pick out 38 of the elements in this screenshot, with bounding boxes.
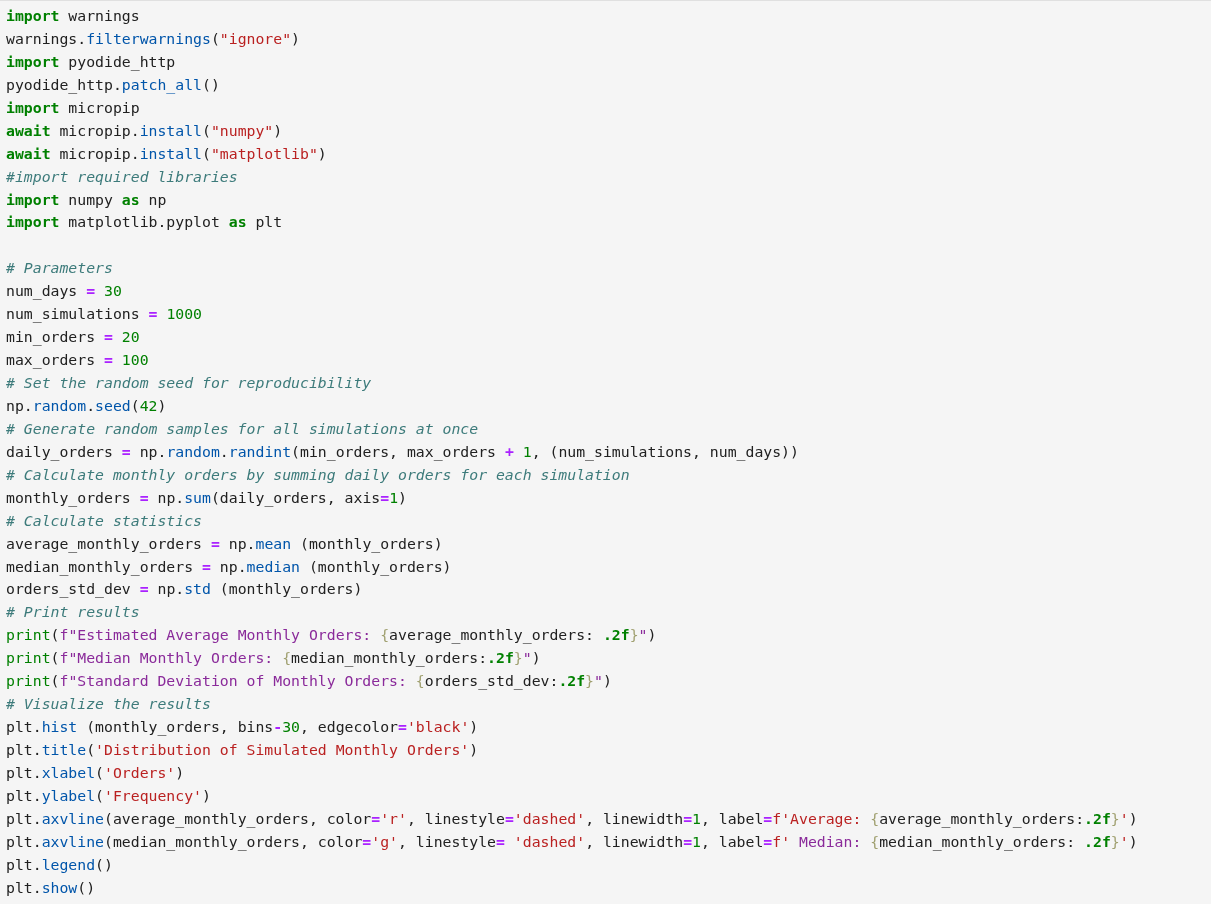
code-line: print(f"Median Monthly Orders: {median_monthly_orders:.2f}") <box>6 648 542 669</box>
code-line: plt.axvline(average_monthly_orders, color='r', linestyle='dashed', linewidth=1, label=f'Average: {average_monthly_orders:.2f}') <box>6 808 1139 830</box>
code-line: import numpy as np <box>6 189 168 210</box>
code-line: monthly_orders = np.sum(daily_orders, axis=1) <box>6 487 408 509</box>
code-line: min_orders = 20 <box>6 327 141 348</box>
code-line: print(f"Standard Deviation of Monthly Orders: {orders_std_dev:.2f}") <box>6 671 613 692</box>
code-line: # Visualize the results <box>6 694 212 715</box>
code-line: # Calculate statistics <box>6 510 203 531</box>
code-line: plt.ylabel('Frequency') <box>6 785 212 806</box>
code-line: orders_std_dev = np.std (monthly_orders) <box>6 579 364 600</box>
code-line: import pyodide_http <box>6 51 177 73</box>
code-line: # Set the random seed for reproducibility <box>6 373 373 393</box>
code-line: await micropip.install("numpy") <box>6 120 284 141</box>
code-line: import warnings <box>6 6 141 26</box>
code-line: warnings.filterwarnings("ignore") <box>6 28 302 49</box>
code-line: plt.title('Distribution of Simulated Monthly Orders') <box>6 740 480 760</box>
code-line: # Calculate monthly orders by summing daily orders for each simulation <box>6 464 631 485</box>
code-line: print(f"Estimated Average Monthly Orders: {average_monthly_orders: .2f}") <box>6 625 658 646</box>
code-line: plt.hist (monthly_orders, bins-30, edgecolor='black') <box>6 717 480 738</box>
code-line: average_monthly_orders = np.mean (monthly_orders) <box>6 533 444 555</box>
code-line: daily_orders = np.random.randint(min_orders, max_orders + 1, (num_simulations, num_days)) <box>6 441 800 463</box>
code-line: np.random.seed(42) <box>6 395 168 416</box>
code-line: num_days = 30 <box>6 281 123 302</box>
code-line: num_simulations = 1000 <box>6 304 203 325</box>
code-line: # Parameters <box>6 258 114 279</box>
code-line: # Generate random samples for all simulations at once <box>6 418 480 439</box>
code-line: median_monthly_orders = np.median (monthly_orders) <box>6 556 453 578</box>
code-line: import matplotlib.pyplot as plt <box>6 212 284 233</box>
code-line: import micropip <box>6 97 141 118</box>
code-line: plt.axvline(median_monthly_orders, color='g', linestyle= 'dashed', linewidth=1, label=f' Median: {median_monthly_orders: .2f}') <box>6 831 1139 853</box>
code-line: pyodide_http.patch_all() <box>6 74 221 96</box>
code-line: plt.legend() <box>6 854 114 875</box>
code-line: plt.show() <box>6 877 97 898</box>
code-line: # Print results <box>6 602 141 623</box>
code-line: plt.xlabel('Orders') <box>6 762 186 783</box>
code-line: await micropip.install("matplotlib") <box>6 143 328 164</box>
code-line: #import required libraries <box>6 166 239 187</box>
code-line: max_orders = 100 <box>6 350 150 371</box>
